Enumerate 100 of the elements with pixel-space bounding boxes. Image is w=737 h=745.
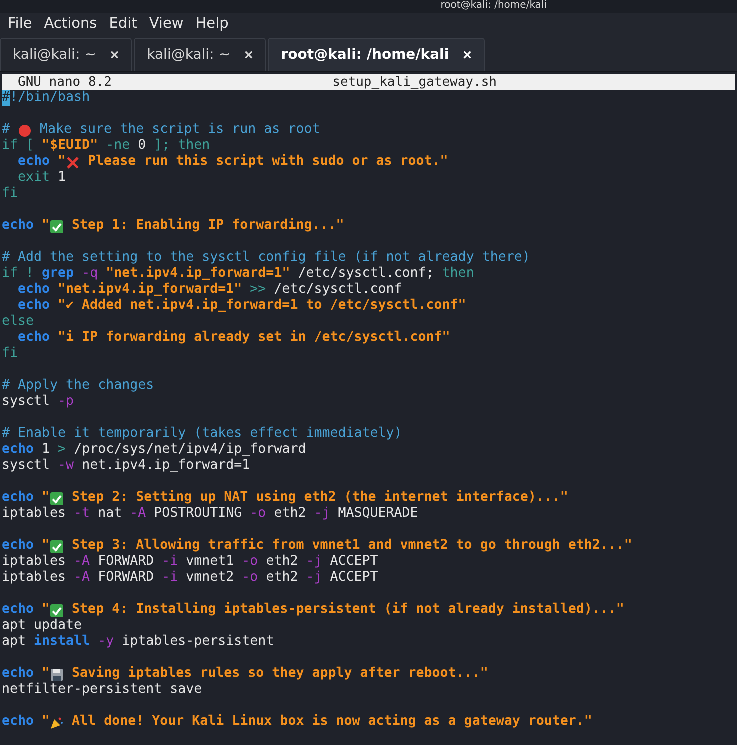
- code-token: iptables: [2, 554, 66, 570]
- code-token: -o: [242, 570, 258, 586]
- code-token: >>: [250, 282, 266, 298]
- code-token: -j: [306, 570, 322, 586]
- code-token: echo: [2, 714, 34, 730]
- code-token: ]; then: [154, 138, 210, 154]
- code-token: grep: [42, 266, 74, 282]
- code-token: apt: [2, 634, 26, 650]
- code-token: Saving iptables rules so they apply after reboot...": [72, 666, 488, 682]
- terminal-tab[interactable]: root@kali: /home/kali ×: [268, 38, 485, 71]
- code-token: sysctl: [2, 458, 50, 474]
- code-token: All done! Your Kali Linux box is now acting as a gateway router.": [72, 714, 592, 730]
- code-token: MASQUERADE: [338, 506, 418, 522]
- code-token: -i: [162, 570, 178, 586]
- code-token: -y: [98, 634, 114, 650]
- code-token: -j: [306, 554, 322, 570]
- code-token: "net.ipv4.ip_forward=1": [58, 282, 242, 298]
- code-token: # Apply the changes: [2, 378, 154, 394]
- tab-close-button[interactable]: ×: [463, 46, 472, 64]
- code-token: "✔ Added net.ipv4.ip_forward=1 to /etc/sysctl.conf": [58, 298, 466, 314]
- code-token: -o: [250, 506, 266, 522]
- code-token: -p: [58, 394, 74, 410]
- cross-icon: [66, 156, 80, 170]
- code-token: then: [442, 266, 474, 282]
- menu-item[interactable]: Edit: [103, 16, 144, 32]
- code-token: echo: [18, 298, 50, 314]
- code-token: !/bin/bash: [10, 90, 90, 106]
- code-token: /etc/sysctl.conf: [274, 282, 402, 298]
- code-token: echo: [2, 666, 34, 682]
- code-token: /proc/sys/net/ipv4/ip_forward: [74, 442, 306, 458]
- tab-close-button[interactable]: ×: [244, 46, 254, 64]
- code-token: #: [2, 122, 10, 138]
- code-token: vmnet2: [186, 570, 234, 586]
- code-token: -A: [74, 554, 90, 570]
- file-name: setup_kali_gateway.sh: [332, 74, 497, 90]
- code-token: ": [58, 154, 66, 170]
- code-token: >: [58, 442, 66, 458]
- code-token: ": [42, 714, 50, 730]
- checkmark-icon: [50, 492, 64, 506]
- code-token: net.ipv4.ip_forward=1: [82, 458, 250, 474]
- circle-icon: [18, 124, 32, 138]
- menu-item[interactable]: Help: [190, 16, 235, 32]
- code-token: /etc/sysctl.conf;: [298, 266, 434, 282]
- code-token: fi: [2, 346, 18, 362]
- code-token: ": [42, 490, 50, 506]
- code-token: else: [2, 314, 34, 330]
- menu-item[interactable]: Actions: [38, 16, 104, 32]
- tab-close-button[interactable]: ×: [110, 46, 120, 64]
- code-token: FORWARD: [98, 554, 154, 570]
- code-token: -o: [242, 554, 258, 570]
- code-token: "i IP forwarding already set in /etc/sysctl.conf": [58, 330, 450, 346]
- code-token: exit: [18, 170, 50, 186]
- code-token: POSTROUTING: [154, 506, 242, 522]
- code-token: echo: [2, 442, 34, 458]
- code-token: ACCEPT: [330, 554, 378, 570]
- code-token: ": [42, 538, 50, 554]
- window-title: root@kali: /home/kali: [440, 0, 547, 12]
- code-token: iptables: [2, 570, 66, 586]
- text-cursor: #: [2, 90, 10, 106]
- code-token: -w: [58, 458, 74, 474]
- code-token: ACCEPT: [330, 570, 378, 586]
- code-token: Please run this script with sudo or as root.": [88, 154, 448, 170]
- code-token: if [: [2, 138, 34, 154]
- code-token: "$EUID": [42, 138, 98, 154]
- code-token: ": [42, 666, 50, 682]
- code-token: ": [42, 218, 50, 234]
- terminal-tab[interactable]: kali@kali: ~ ×: [0, 38, 132, 71]
- checkmark-icon: [50, 220, 64, 234]
- code-token: # Enable it temporarily (takes effect immediately): [2, 426, 402, 442]
- menu-item[interactable]: File: [2, 16, 38, 32]
- code-token: if !: [2, 266, 34, 282]
- code-token: iptables-persistent: [122, 634, 274, 650]
- menu-item[interactable]: View: [143, 16, 190, 32]
- code-token: Make sure the script is run as root: [40, 122, 320, 138]
- code-token: eth2: [266, 570, 298, 586]
- party-popper-icon: [50, 716, 64, 730]
- code-token: eth2: [266, 554, 298, 570]
- code-token: nat: [98, 506, 122, 522]
- code-token: netfilter-persistent save: [2, 682, 202, 698]
- code-token: ": [42, 602, 50, 618]
- code-token: apt update: [2, 618, 82, 634]
- code-token: sysctl: [2, 394, 50, 410]
- code-token: FORWARD: [98, 570, 154, 586]
- code-token: -q: [82, 266, 98, 282]
- code-token: Step 4: Installing iptables-persistent (if not already installed)...": [72, 602, 624, 618]
- code-token: Step 1: Enabling IP forwarding...": [72, 218, 344, 234]
- code-token: echo: [18, 282, 50, 298]
- checkmark-icon: [50, 604, 64, 618]
- code-token: fi: [2, 186, 18, 202]
- terminal-tab[interactable]: kali@kali: ~ ×: [134, 38, 266, 71]
- code-token: # Add the setting to the sysctl config file (if not already there): [2, 250, 530, 266]
- code-token: -i: [162, 554, 178, 570]
- code-token: 0: [138, 138, 146, 154]
- code-token: echo: [2, 490, 34, 506]
- checkmark-icon: [50, 540, 64, 554]
- code-token: vmnet1: [186, 554, 234, 570]
- code-token: 1: [58, 170, 66, 186]
- code-token: Step 3: Allowing traffic from vmnet1 and vmnet2 to go through eth2...": [72, 538, 632, 554]
- code-token: Step 2: Setting up NAT using eth2 (the internet interface)...": [72, 490, 568, 506]
- code-token: -A: [74, 570, 90, 586]
